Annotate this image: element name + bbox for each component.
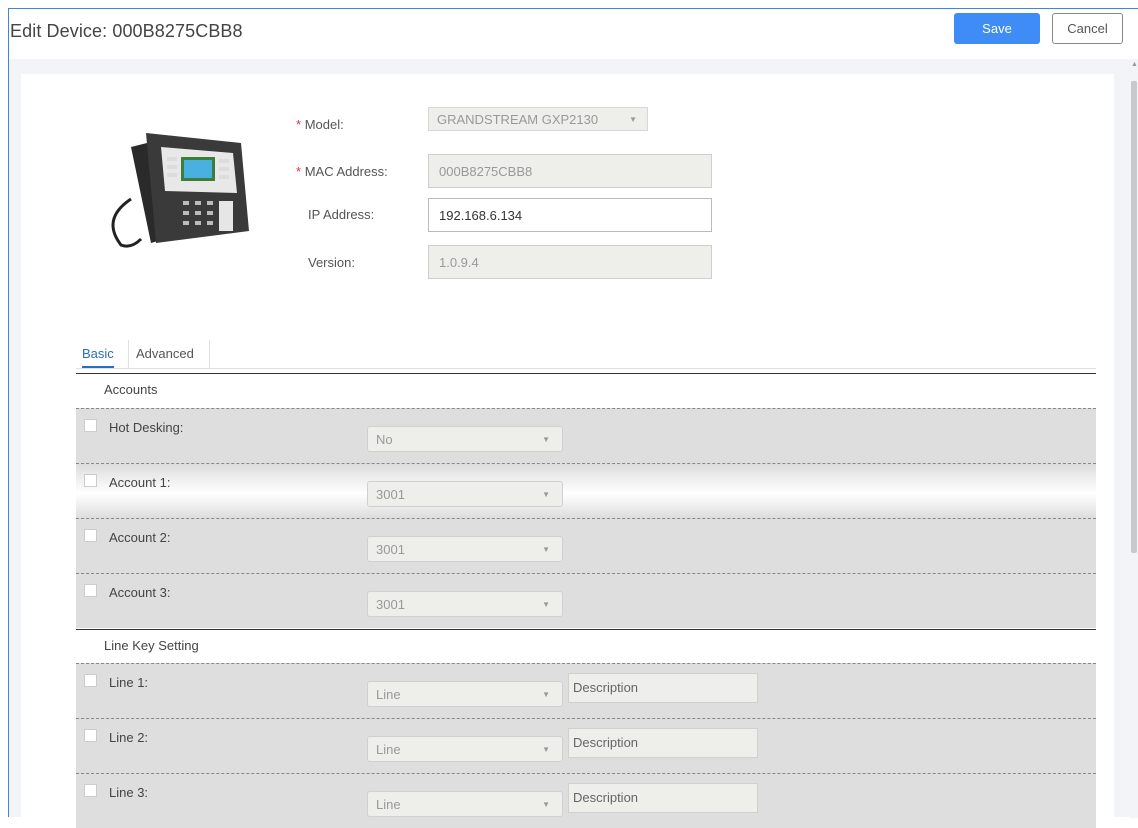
- line-3-description-input[interactable]: Description: [568, 783, 758, 813]
- scrollbar-thumb[interactable]: [1131, 81, 1137, 553]
- version-field[interactable]: 1.0.9.4: [428, 245, 712, 279]
- phone-image: [111, 133, 249, 248]
- line-2-description-input[interactable]: Description: [568, 728, 758, 758]
- ip-address-label: IP Address:: [308, 207, 375, 222]
- account-2-checkbox[interactable]: [84, 529, 97, 542]
- hot-desking-select[interactable]: No ▼: [367, 426, 563, 452]
- tab-bar: Basic Advanced: [76, 338, 1096, 369]
- chevron-down-icon: ▼: [542, 544, 550, 554]
- account-1-select[interactable]: 3001 ▼: [367, 481, 563, 507]
- tab-basic[interactable]: Basic: [82, 346, 114, 368]
- chevron-down-icon: ▼: [542, 744, 550, 754]
- chevron-down-icon: ▼: [542, 689, 550, 699]
- cancel-button[interactable]: Cancel: [1052, 13, 1123, 44]
- chevron-down-icon: ▼: [542, 799, 550, 809]
- line-1-row: Line 1: Line ▼ Description: [76, 663, 1096, 718]
- chevron-down-icon: ▼: [542, 434, 550, 444]
- tab-advanced[interactable]: Advanced: [136, 346, 194, 361]
- line-3-checkbox[interactable]: [84, 784, 97, 797]
- account-1-checkbox[interactable]: [84, 474, 97, 487]
- line-1-type-select[interactable]: Line ▼: [367, 681, 563, 707]
- save-button[interactable]: Save: [954, 13, 1040, 44]
- chevron-down-icon: ▼: [542, 599, 550, 609]
- account-3-checkbox[interactable]: [84, 584, 97, 597]
- header-bar: Edit Device: 000B8275CBB8 Save Cancel: [9, 9, 1138, 59]
- line-2-checkbox[interactable]: [84, 729, 97, 742]
- page-title: Edit Device: 000B8275CBB8: [10, 21, 243, 41]
- mac-address-label: * MAC Address:: [296, 164, 388, 179]
- device-panel: * Model: GRANDSTREAM GXP2130 ▼ * MAC Add…: [21, 74, 1114, 828]
- chevron-down-icon: ▼: [629, 114, 637, 124]
- account-2-select[interactable]: 3001 ▼: [367, 536, 563, 562]
- accounts-section-header: Accounts: [76, 373, 1096, 407]
- edit-device-window: Edit Device: 000B8275CBB8 Save Cancel ▲: [8, 8, 1138, 828]
- account-3-row: Account 3: 3001 ▼: [76, 573, 1096, 628]
- line-key-section-header: Line Key Setting: [76, 629, 1096, 663]
- tab-divider: [128, 340, 129, 368]
- hot-desking-row: Hot Desking: No ▼: [76, 408, 1096, 463]
- scroll-up-icon[interactable]: ▲: [1131, 61, 1138, 68]
- line-1-description-input[interactable]: Description: [568, 673, 758, 703]
- line-3-row: Line 3: Line ▼ Description: [76, 773, 1096, 828]
- account-2-row: Account 2: 3001 ▼: [76, 518, 1096, 573]
- model-select[interactable]: GRANDSTREAM GXP2130 ▼: [428, 107, 648, 131]
- line-2-type-select[interactable]: Line ▼: [367, 736, 563, 762]
- tab-divider: [209, 340, 210, 368]
- line-1-checkbox[interactable]: [84, 674, 97, 687]
- model-label: * Model:: [296, 117, 344, 132]
- chevron-down-icon: ▼: [542, 489, 550, 499]
- account-1-row: Account 1: 3001 ▼: [76, 463, 1096, 518]
- mac-address-field[interactable]: 000B8275CBB8: [428, 154, 712, 188]
- account-3-select[interactable]: 3001 ▼: [367, 591, 563, 617]
- line-3-type-select[interactable]: Line ▼: [367, 791, 563, 817]
- version-label: Version:: [308, 255, 355, 270]
- ip-address-field[interactable]: 192.168.6.134: [428, 198, 712, 232]
- hot-desking-checkbox[interactable]: [84, 419, 97, 432]
- line-2-row: Line 2: Line ▼ Description: [76, 718, 1096, 773]
